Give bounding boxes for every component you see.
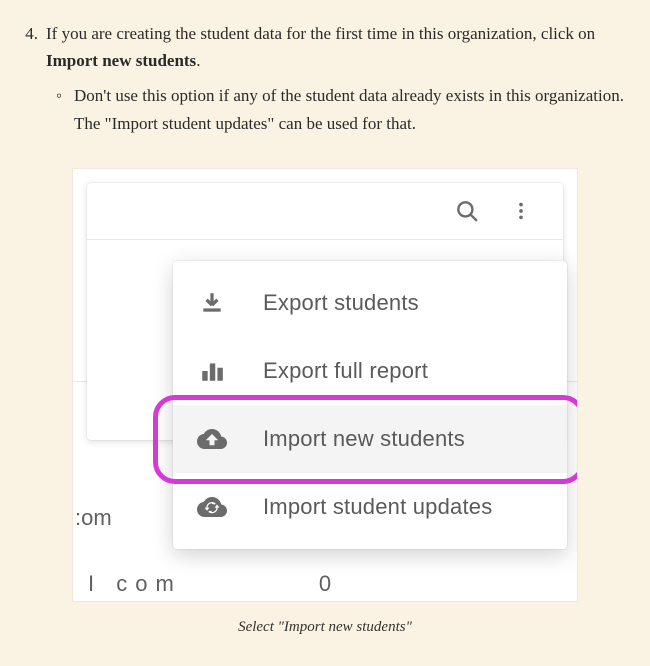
card-toolbar [87,183,563,239]
step-text-before: If you are creating the student data for… [46,24,595,43]
sub-list-item: Don't use this option if any of the stud… [74,82,630,136]
figure-caption: Select "Import new students" [73,619,577,636]
download-icon [197,288,227,318]
cloud-refresh-icon [197,492,227,522]
step-text-after: . [196,51,200,70]
menu-item-import-new-students[interactable]: Import new students [173,405,567,473]
bg-text-bottom-center: 0 [319,571,331,597]
kebab-menu-icon[interactable] [507,197,535,225]
bar-chart-icon [197,356,227,386]
menu-item-import-student-updates[interactable]: Import student updates [173,473,567,541]
menu-item-export-students[interactable]: Export students [173,269,567,337]
bg-text-bottom-left: I com [88,571,182,597]
instruction-step: 4. If you are creating the student data … [20,20,630,137]
step-number: 4. [20,20,46,137]
menu-item-export-full-report[interactable]: Export full report [173,337,567,405]
sub-list: Don't use this option if any of the stud… [46,82,630,136]
menu-label: Export full report [263,358,428,384]
bg-text-left: :om [75,505,112,531]
menu-label: Export students [263,290,419,316]
dropdown-menu: Export students Export full report [173,261,567,549]
step-text: If you are creating the student data for… [46,20,630,74]
step-body: If you are creating the student data for… [46,20,630,137]
figure: le :om I com 0 [73,169,577,636]
menu-label: Import student updates [263,494,492,520]
search-icon[interactable] [453,197,481,225]
step-text-bold: Import new students [46,51,196,70]
cloud-upload-icon [197,424,227,454]
screenshot-frame: le :om I com 0 [73,169,577,601]
menu-label: Import new students [263,426,465,452]
